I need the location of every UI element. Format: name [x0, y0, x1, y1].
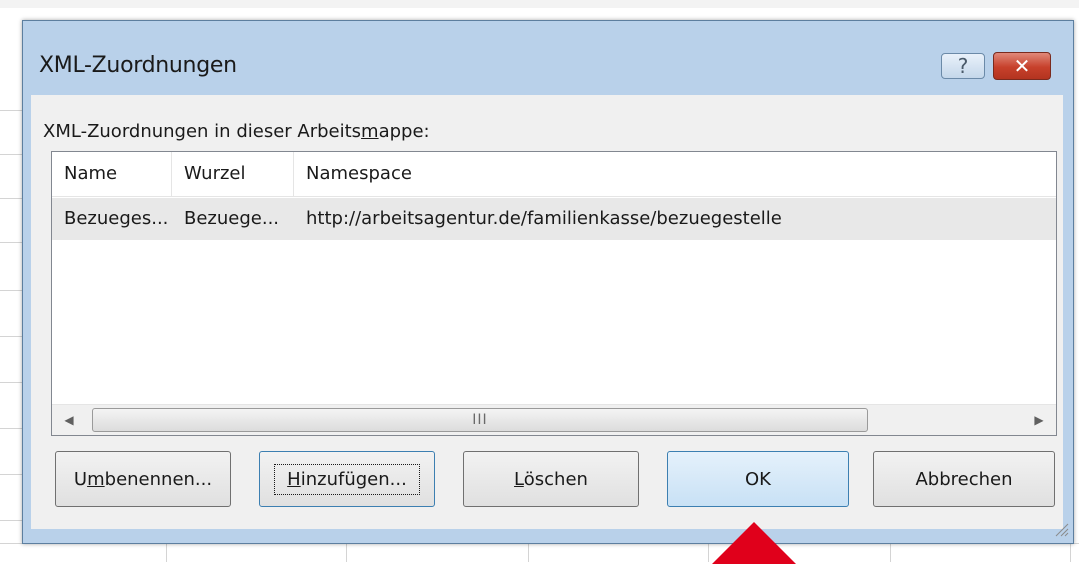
- resize-grip-icon[interactable]: [1053, 521, 1069, 537]
- column-gridline: [528, 543, 529, 562]
- dialog-title: XML-Zuordnungen: [39, 53, 237, 78]
- scroll-left-icon[interactable]: ◀: [54, 405, 84, 435]
- horizontal-scrollbar[interactable]: ◀ III ▶: [52, 404, 1056, 435]
- cancel-button[interactable]: Abbrechen: [873, 451, 1055, 507]
- xml-maps-dialog: XML-Zuordnungen ? ✕ XML-Zuordnungen in d…: [22, 20, 1074, 544]
- grip-icon: III: [472, 412, 488, 428]
- column-header-namespace[interactable]: Namespace: [294, 152, 1056, 196]
- column-gridline: [708, 543, 709, 562]
- column-gridline: [890, 543, 891, 562]
- close-icon: ✕: [1013, 54, 1031, 78]
- column-gridline: [346, 543, 347, 562]
- spreadsheet-toolbar-edge: [0, 0, 1079, 8]
- spreadsheet-row[interactable]: [0, 543, 1079, 563]
- delete-button[interactable]: Löschen: [463, 451, 639, 507]
- column-gridline: [1070, 543, 1071, 562]
- column-gridline: [166, 543, 167, 562]
- help-button[interactable]: ?: [941, 53, 985, 79]
- map-name-cell: Bezueges...: [64, 208, 169, 229]
- scroll-right-icon[interactable]: ▶: [1024, 405, 1054, 435]
- dialog-titlebar[interactable]: XML-Zuordnungen ? ✕: [23, 21, 1073, 95]
- close-button[interactable]: ✕: [993, 52, 1051, 80]
- list-item[interactable]: Bezueges... Bezuege... http://arbeitsage…: [52, 198, 1056, 240]
- rename-button-label: Umbenennen...: [73, 468, 213, 490]
- add-button[interactable]: Hinzufügen...: [259, 451, 435, 507]
- ok-button[interactable]: OK: [667, 451, 849, 507]
- add-button-label: Hinzufügen...: [274, 463, 420, 495]
- scrollbar-thumb[interactable]: III: [92, 408, 868, 432]
- column-header-root[interactable]: Wurzel: [172, 152, 294, 196]
- list-header: Name Wurzel Namespace: [52, 152, 1056, 197]
- help-icon: ?: [957, 54, 969, 78]
- map-root-cell: Bezuege...: [184, 208, 280, 229]
- ok-button-label: OK: [745, 468, 771, 490]
- column-header-name[interactable]: Name: [52, 152, 172, 196]
- maps-list-label: XML-Zuordnungen in dieser Arbeitsmappe:: [43, 121, 430, 142]
- xml-maps-list[interactable]: Name Wurzel Namespace Bezueges... Bezueg…: [51, 151, 1057, 436]
- rename-button[interactable]: Umbenennen...: [55, 451, 231, 507]
- map-namespace-cell: http://arbeitsagentur.de/familienkasse/b…: [306, 208, 782, 229]
- cancel-button-label: Abbrechen: [915, 468, 1013, 490]
- delete-button-label: Löschen: [514, 468, 588, 490]
- red-pointer-arrow-icon: [712, 522, 796, 564]
